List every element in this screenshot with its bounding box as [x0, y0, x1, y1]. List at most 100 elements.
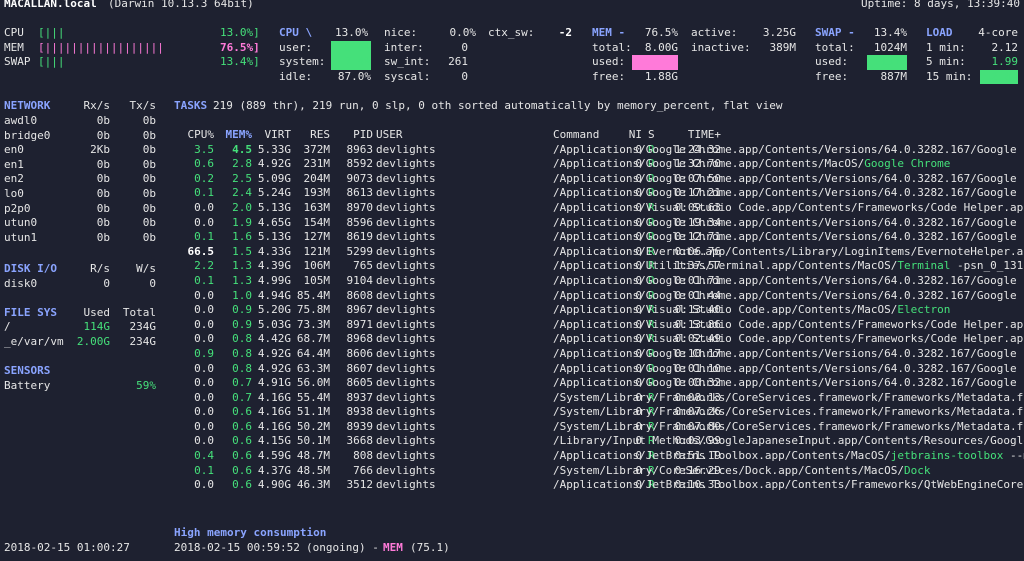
process-row[interactable]: 0.0 0.6 4.16G 50.2M 8939 devlights 0 R 0:07.89/S…	[174, 420, 1024, 435]
process-row[interactable]: 0.0 0.8 4.92G 63.3M 8607 devlights 0 R 0:01.10/A…	[174, 362, 1024, 377]
mem-inactive-label: inactive:	[691, 40, 751, 54]
process-mem: 0.9	[232, 317, 252, 331]
process-row[interactable]: 0.1 2.4 5.24G 193M 8613 devlights 0 R 0:17.21/Ap…	[174, 186, 1024, 201]
process-command: /Applications/Google Chrome.app/Contents…	[553, 216, 1024, 231]
process-user: devlights	[376, 361, 436, 375]
process-mem: 0.6	[232, 478, 252, 492]
process-command: /Applications/Evernote.app/Contents/Libr…	[553, 245, 1024, 260]
process-command-path: /Applications/Google Chrome.app/Contents…	[553, 273, 1024, 287]
process-cpu: 0.0	[194, 419, 214, 433]
col-time[interactable]: TIME+	[688, 128, 721, 143]
process-mem: 0.8	[232, 346, 252, 360]
process-row[interactable]: 0.0 0.6 4.90G 46.3M 3512 devlights 0 R 0:10.33/A…	[174, 478, 1024, 493]
process-command: /Applications/Google Chrome.app/Contents…	[553, 172, 1024, 187]
process-command: /Applications/Google Chrome.app/Contents…	[553, 157, 950, 172]
process-cpu: 0.4	[194, 449, 214, 463]
process-row[interactable]: 0.0 0.6 4.15G 50.1M 3668 devlights 0 R 0:03.99/L…	[174, 434, 1024, 449]
col-mem-sorted[interactable]: MEM%	[226, 128, 253, 143]
process-row[interactable]: 0.2 2.5 5.09G 204M 9073 devlights 0 R 0:07.50/Ap…	[174, 172, 1024, 187]
col-ni[interactable]: NI	[629, 128, 642, 143]
process-command-name: jetbrains-toolbox	[890, 449, 1004, 463]
process-row[interactable]: 0.0 0.6 4.16G 51.1M 8938 devlights 0 R 0:07.26/S…	[174, 405, 1024, 420]
process-command-path: /Applications/Google Chrome.app/Contents…	[553, 288, 1024, 302]
col-user[interactable]: USER	[376, 128, 403, 143]
tasks-summary: 219 (889 thr), 219 run, 0 slp, 0 oth sor…	[213, 99, 783, 112]
col-virt[interactable]: VIRT	[265, 128, 292, 143]
process-row[interactable]: 0.0 0.8 4.42G 68.7M 8968 devlights 0 R 0:02.49/A…	[174, 332, 1024, 347]
network-rx-value: 0b	[96, 172, 110, 186]
swap-total-label: total:	[815, 40, 855, 54]
process-row[interactable]: 0.1 0.6 4.37G 48.5M 766 devlights 0 R 0:16.29/Sy…	[174, 464, 1024, 479]
process-pid: 8605	[346, 376, 374, 390]
process-virt: 5.09G	[257, 171, 291, 185]
process-row[interactable]: 2.2 1.3 4.39G 106M 765 devlights 0 R 1:37.57/App…	[174, 259, 1024, 274]
process-res: 48.5M	[296, 463, 330, 477]
process-pid: 8968	[346, 332, 374, 346]
quicklook-swap-bar: [|||	[38, 55, 65, 69]
process-pid: 5299	[346, 244, 374, 258]
process-mem: 1.3	[232, 273, 252, 287]
network-interface-name: bridge0	[4, 128, 51, 142]
process-row[interactable]: 66.5 1.5 4.33G 121M 5299 devlights 0 R 0:06.76/A…	[174, 245, 1024, 260]
process-row[interactable]: 0.0 0.9 5.20G 75.8M 8967 devlights 0 R 0:13.40/A…	[174, 303, 1024, 318]
process-cpu: 0.0	[194, 317, 214, 331]
process-command: /System/Library/Frameworks/CoreServices.…	[553, 391, 1024, 406]
process-command: /Library/Input Methods/GoogleJapaneseInp…	[553, 434, 1024, 449]
cpu-idle-label: idle:	[279, 69, 313, 83]
process-res: 50.1M	[296, 434, 330, 448]
process-row[interactable]: 3.5 4.5 5.33G 372M 8963 devlights 0 R 1:24.32/Ap…	[174, 143, 1024, 158]
process-row[interactable]: 0.9 0.8 4.92G 64.4M 8606 devlights 0 R 0:10.17/A…	[174, 347, 1024, 362]
process-user: devlights	[376, 303, 436, 317]
col-pid[interactable]: PID	[353, 128, 373, 143]
process-res: 85.4M	[296, 288, 330, 302]
process-command: /Applications/Visual Studio Code.app/Con…	[553, 303, 950, 318]
process-command: /Applications/Google Chrome.app/Contents…	[553, 362, 1024, 377]
alert-value: (75.1)	[410, 541, 450, 554]
filesys-used-header: Used	[83, 305, 111, 319]
process-row[interactable]: 0.0 0.9 5.03G 73.3M 8971 devlights 0 R 0:13.86/A…	[174, 318, 1024, 333]
diskio-title: DISK I/O	[4, 262, 57, 275]
process-res: 154M	[303, 215, 331, 229]
network-tx-value: 0b	[142, 187, 156, 200]
sensor-value: 59%	[136, 378, 156, 392]
process-row[interactable]: 0.1 1.6 5.13G 127M 8619 devlights 0 R 0:12.71/Ap…	[174, 230, 1024, 245]
process-command-path: /Applications/Google Chrome.app/Contents…	[553, 157, 865, 171]
process-row[interactable]: 0.0 0.7 4.16G 55.4M 8937 devlights 0 R 0:08.13/S…	[174, 391, 1024, 406]
col-res[interactable]: RES	[310, 128, 330, 143]
network-rx-value: 0b	[96, 216, 110, 230]
process-row[interactable]: 0.0 1.9 4.65G 154M 8596 devlights 0 R 0:19.34/Ap…	[174, 216, 1024, 231]
process-user: devlights	[376, 171, 436, 185]
process-row[interactable]: 0.6 2.8 4.92G 231M 8592 devlights 0 R 1:32.70/Ap…	[174, 157, 1024, 172]
process-row[interactable]: 0.1 1.3 4.99G 105M 9104 devlights 0 R 0:01.71/Ap…	[174, 274, 1024, 289]
process-row[interactable]: 0.0 2.0 5.13G 163M 8970 devlights 0 R 0:09.63/Ap…	[174, 201, 1024, 216]
process-pid: 765	[353, 259, 373, 273]
process-row[interactable]: 0.0 1.0 4.94G 85.4M 8608 devlights 0 R 0:01.44/A…	[174, 289, 1024, 304]
network-rx-value: 0b	[96, 128, 110, 142]
process-command-path: /System/Library/Frameworks/CoreServices.…	[553, 405, 1024, 419]
col-cpu[interactable]: CPU%	[188, 128, 215, 143]
process-user: devlights	[376, 186, 436, 200]
process-cpu: 0.0	[194, 215, 214, 229]
cpu-ctxsw-label: ctx_sw:	[488, 26, 535, 39]
col-s[interactable]: S	[648, 128, 655, 143]
swap-free-label: free:	[815, 69, 849, 83]
process-command-path: /System/Library/Frameworks/CoreServices.…	[553, 390, 1024, 404]
load-5min-label: 5 min:	[926, 55, 966, 69]
process-command: /Applications/Google Chrome.app/Contents…	[553, 230, 1024, 245]
process-row[interactable]: 0.0 0.7 4.91G 56.0M 8605 devlights 0 R 0:00.32/A…	[174, 376, 1024, 391]
process-res: 106M	[303, 259, 331, 273]
process-row[interactable]: 0.4 0.6 4.59G 48.7M 808 devlights 0 R 0:51.19/Ap…	[174, 449, 1024, 464]
process-command-path: /Applications/Visual Studio Code.app/Con…	[553, 303, 898, 317]
process-command: /System/Library/Frameworks/CoreServices.…	[553, 405, 1024, 420]
swap-percent: 13.4%	[873, 26, 907, 39]
process-virt: 4.94G	[257, 288, 291, 302]
glances-terminal: MACALLAN.local (Darwin 10.13.3 64bit) Up…	[0, 0, 1024, 561]
process-cpu: 0.1	[194, 273, 214, 287]
process-mem: 0.7	[232, 390, 252, 404]
col-command[interactable]: Command	[553, 128, 599, 143]
quicklook-cpu-label: CPU	[4, 26, 24, 39]
process-pid: 8596	[346, 215, 374, 229]
cpu-syscal-label: syscal:	[384, 69, 431, 83]
process-command-path: /Applications/Utilities/Terminal.app/Con…	[553, 259, 898, 273]
process-user: devlights	[376, 478, 436, 492]
